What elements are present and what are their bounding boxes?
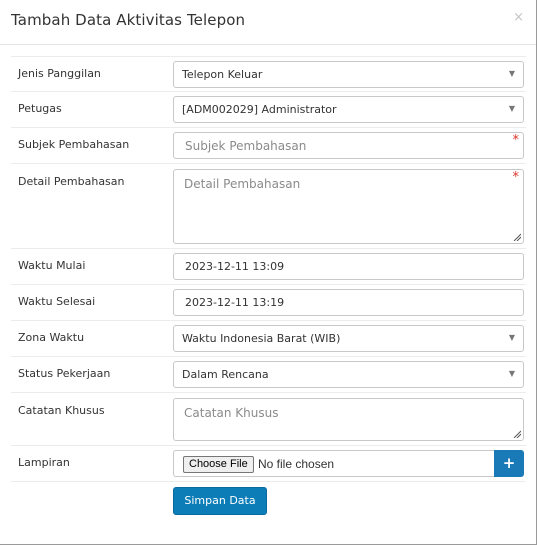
- row-subjek: Subjek Pembahasan Subjek Pembahasan *: [11, 128, 526, 164]
- row-detail: Detail Pembahasan Detail Pembahasan *: [11, 164, 526, 249]
- modal-header: Tambah Data Aktivitas Telepon ×: [0, 0, 536, 45]
- jenis-panggilan-value: Telepon Keluar: [182, 68, 263, 81]
- waktu-selesai-label: Waktu Selesai: [18, 295, 96, 308]
- resize-grip-icon[interactable]: [513, 430, 521, 438]
- zona-waktu-value: Waktu Indonesia Barat (WIB): [182, 332, 341, 345]
- row-petugas: Petugas [ADM002029] Administrator ▼: [11, 92, 526, 128]
- subjek-input[interactable]: Subjek Pembahasan *: [173, 132, 524, 159]
- waktu-mulai-input[interactable]: 2023-12-11 13:09: [173, 253, 524, 280]
- no-file-text: No file chosen: [258, 457, 335, 471]
- add-attachment-button[interactable]: +: [494, 450, 524, 477]
- catatan-textarea[interactable]: Catatan Khusus: [173, 398, 524, 441]
- row-zona-waktu: Zona Waktu Waktu Indonesia Barat (WIB) ▼: [11, 321, 526, 357]
- jenis-panggilan-label: Jenis Panggilan: [18, 67, 101, 80]
- zona-waktu-label: Zona Waktu: [18, 331, 85, 344]
- waktu-mulai-value: 2023-12-11 13:09: [185, 260, 285, 273]
- close-icon[interactable]: ×: [513, 10, 524, 25]
- row-jenis-panggilan: Jenis Panggilan Telepon Keluar ▼: [11, 56, 526, 92]
- row-status: Status Pekerjaan Dalam Rencana ▼: [11, 357, 526, 393]
- waktu-selesai-input[interactable]: 2023-12-11 13:19: [173, 289, 524, 316]
- required-marker: *: [512, 133, 520, 148]
- status-value: Dalam Rencana: [182, 368, 269, 381]
- caret-down-icon: ▼: [508, 333, 515, 342]
- required-marker: *: [512, 170, 520, 185]
- waktu-selesai-value: 2023-12-11 13:19: [185, 296, 285, 309]
- petugas-select[interactable]: [ADM002029] Administrator ▼: [173, 96, 524, 123]
- caret-down-icon: ▼: [508, 104, 515, 113]
- detail-label: Detail Pembahasan: [18, 175, 125, 188]
- caret-down-icon: ▼: [508, 369, 515, 378]
- status-label: Status Pekerjaan: [18, 367, 111, 380]
- status-select[interactable]: Dalam Rencana ▼: [173, 361, 524, 388]
- catatan-label: Catatan Khusus: [18, 404, 105, 417]
- row-waktu-mulai: Waktu Mulai 2023-12-11 13:09: [11, 249, 526, 285]
- save-button[interactable]: Simpan Data: [173, 487, 267, 515]
- catatan-placeholder: Catatan Khusus: [184, 406, 279, 420]
- resize-grip-icon[interactable]: [513, 233, 521, 241]
- form-table: Jenis Panggilan Telepon Keluar ▼ Petugas…: [11, 56, 526, 482]
- subjek-label: Subjek Pembahasan: [18, 138, 130, 151]
- lampiran-label: Lampiran: [18, 456, 70, 469]
- petugas-label: Petugas: [18, 102, 62, 115]
- modal-dialog: Tambah Data Aktivitas Telepon × Jenis Pa…: [0, 0, 537, 545]
- file-input[interactable]: Choose File No file chosen: [173, 450, 495, 477]
- subjek-placeholder: Subjek Pembahasan: [185, 139, 307, 153]
- choose-file-button[interactable]: Choose File: [183, 456, 254, 473]
- waktu-mulai-label: Waktu Mulai: [18, 259, 86, 272]
- zona-waktu-select[interactable]: Waktu Indonesia Barat (WIB) ▼: [173, 325, 524, 352]
- detail-placeholder: Detail Pembahasan: [184, 177, 301, 191]
- jenis-panggilan-select[interactable]: Telepon Keluar ▼: [173, 61, 524, 88]
- caret-down-icon: ▼: [508, 69, 515, 78]
- plus-icon: +: [502, 454, 516, 472]
- row-waktu-selesai: Waktu Selesai 2023-12-11 13:19: [11, 285, 526, 321]
- modal-title: Tambah Data Aktivitas Telepon: [11, 11, 246, 29]
- row-lampiran: Lampiran Choose File No file chosen +: [11, 446, 526, 482]
- petugas-value: [ADM002029] Administrator: [182, 103, 337, 116]
- row-catatan: Catatan Khusus Catatan Khusus: [11, 393, 526, 446]
- detail-textarea[interactable]: Detail Pembahasan *: [173, 169, 524, 244]
